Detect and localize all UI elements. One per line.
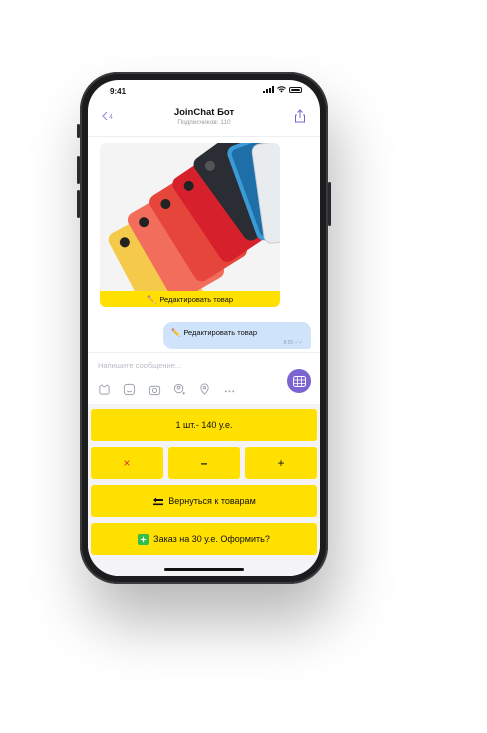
power-button xyxy=(328,182,331,226)
status-bar: 9:41 xyxy=(88,80,320,102)
keyboard-grid-icon xyxy=(292,375,306,387)
phone-frame: 9:41 4 JoinChat Бот Подписчиков: 110 ✏️ … xyxy=(77,72,331,584)
pencil-icon: ✏️ xyxy=(147,294,157,304)
pencil-icon: ✏️ xyxy=(171,328,181,337)
checkmark-icon: ✓✓ xyxy=(294,340,303,346)
location-icon[interactable] xyxy=(198,383,211,396)
product-photo xyxy=(100,143,280,291)
back-to-products-label: Вернуться к товарам xyxy=(168,496,256,506)
product-message: ✏️ Редактировать товар xyxy=(100,143,280,307)
volume-down-button xyxy=(77,190,80,218)
checkout-button[interactable]: Заказ на 30 у.е. Оформить? xyxy=(91,523,317,555)
back-arrow-icon xyxy=(153,497,164,505)
composer-tools xyxy=(98,383,236,396)
plus-icon: + xyxy=(277,456,285,470)
message-input[interactable]: Напишите сообщение... xyxy=(98,361,181,370)
quantity-label: 1 шт.- 140 у.е. xyxy=(175,420,233,430)
camera-icon[interactable] xyxy=(148,383,161,396)
home-indicator xyxy=(164,568,244,571)
battery-icon xyxy=(289,86,302,93)
wifi-icon xyxy=(277,86,286,93)
chat-title: JoinChat Бот xyxy=(173,107,235,118)
share-icon[interactable] xyxy=(294,109,306,123)
outgoing-message: ✏️ Редактировать товар 8:55 ✓✓ xyxy=(163,322,311,349)
back-to-products-button[interactable]: Вернуться к товарам xyxy=(91,485,317,517)
chat-subtitle: Подписчиков: 110 xyxy=(177,119,231,126)
emoji-icon[interactable] xyxy=(123,383,136,396)
composer: Напишите сообщение... xyxy=(88,352,320,405)
quantity-button[interactable]: 1 шт.- 140 у.е. xyxy=(91,409,317,441)
bot-keyboard: 1 шт.- 140 у.е. × – + Вернуться к товара… xyxy=(88,404,320,576)
edit-product-inline-label: Редактировать товар xyxy=(159,294,233,304)
minus-icon: – xyxy=(200,456,208,470)
close-icon: × xyxy=(123,456,131,470)
edit-product-inline-button[interactable]: ✏️ Редактировать товар xyxy=(100,291,280,307)
mute-switch xyxy=(77,124,80,138)
message-meta: 8:55 ✓✓ xyxy=(283,340,303,346)
volume-up-button xyxy=(77,156,80,184)
sparkle-icon xyxy=(138,533,150,545)
chat-header: 4 JoinChat Бот Подписчиков: 110 xyxy=(88,102,320,137)
sticker-icon[interactable] xyxy=(98,383,111,396)
message-list: ✏️ Редактировать товар ✏️ Редактировать … xyxy=(88,137,320,349)
contact-icon[interactable] xyxy=(173,383,186,396)
message-time: 8:55 xyxy=(283,340,294,346)
outgoing-message-text: Редактировать товар xyxy=(183,328,257,337)
signal-icon xyxy=(263,86,274,93)
checkout-label: Заказ на 30 у.е. Оформить? xyxy=(153,534,270,544)
phone-screen: 9:41 4 JoinChat Бот Подписчиков: 110 ✏️ … xyxy=(88,80,320,576)
decrease-button[interactable]: – xyxy=(168,447,240,479)
status-icons xyxy=(263,86,302,93)
increase-button[interactable]: + xyxy=(245,447,317,479)
remove-item-button[interactable]: × xyxy=(91,447,163,479)
more-icon[interactable] xyxy=(223,383,236,396)
bot-keyboard-toggle[interactable] xyxy=(287,369,311,393)
status-time: 9:41 xyxy=(110,87,127,96)
